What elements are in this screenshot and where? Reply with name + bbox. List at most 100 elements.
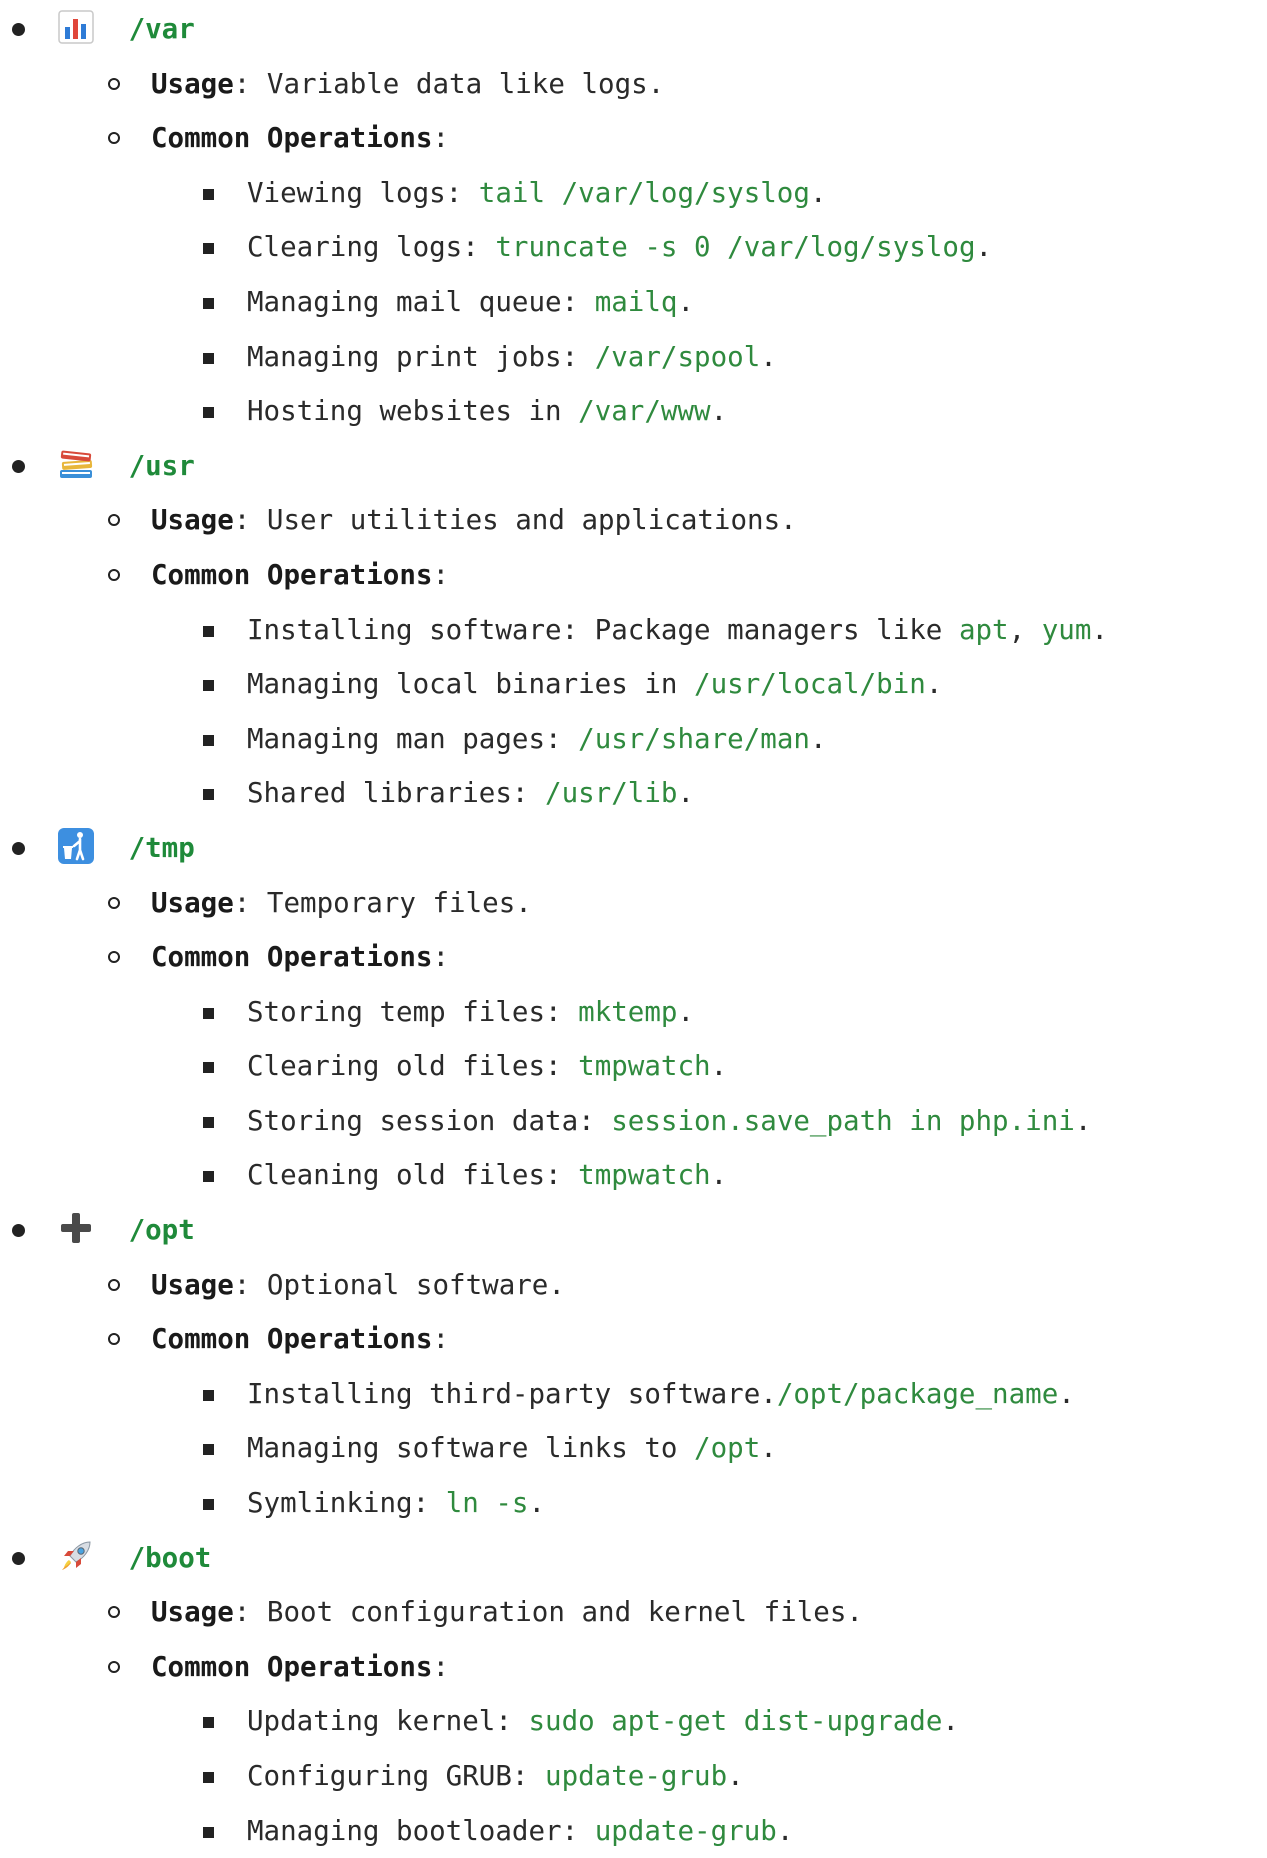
op-end: . — [727, 1760, 744, 1792]
ops-label: Common Operations — [151, 1650, 433, 1683]
ops-colon: : — [432, 1650, 450, 1683]
op-end: . — [809, 722, 827, 755]
op-text: Updating kernel: — [247, 1705, 529, 1738]
square-bullet — [203, 1717, 214, 1729]
op-code: update-grub — [545, 1760, 728, 1792]
section-tmp: /tmp Usage: Temporary files. Common Oper… — [0, 821, 1267, 1203]
ops-label: Common Operations — [151, 1323, 433, 1356]
op-code: mktemp — [578, 995, 678, 1028]
op-text: Configuring GRUB: — [247, 1760, 546, 1792]
ops-label: Common Operations — [151, 558, 433, 591]
dir-name: /opt — [128, 1214, 195, 1247]
op-text: Hosting websites in — [247, 395, 579, 428]
disc-bullet — [12, 841, 25, 855]
op-text: Clearing old files: — [247, 1050, 579, 1083]
square-bullet — [203, 1772, 214, 1783]
op-code: /opt — [694, 1432, 761, 1465]
op-item: Storing temp files: mktemp. — [0, 985, 1267, 1040]
circle-bullet — [108, 132, 120, 145]
op-code: apt — [958, 613, 1009, 646]
op-text: Installing third-party software. — [247, 1377, 777, 1410]
square-bullet — [203, 1389, 214, 1401]
op-text: Cleaning old files: — [247, 1159, 579, 1192]
op-end: . — [677, 995, 695, 1028]
ops-item: Common Operations: — [0, 1312, 1267, 1367]
op-text: Storing temp files: — [247, 995, 579, 1028]
circle-bullet — [108, 1660, 120, 1673]
op-item: Managing man pages: /usr/share/man. — [0, 712, 1267, 767]
dir-item: /opt — [0, 1203, 1267, 1258]
square-bullet — [203, 734, 214, 746]
usage-item: Usage: Temporary files. — [0, 876, 1267, 931]
op-item: Managing local binaries in /usr/local/bi… — [0, 657, 1267, 712]
op-text: Managing local binaries in — [247, 668, 695, 701]
usage-label: Usage — [151, 67, 234, 100]
op-item: Installing third-party software./opt/pac… — [0, 1367, 1267, 1422]
op-end: . — [942, 1705, 959, 1738]
op-item: Viewing logs: tail /var/log/syslog. — [0, 166, 1267, 221]
op-code: sudo apt-get dist-upgrade — [528, 1705, 943, 1738]
op-end: . — [677, 285, 695, 318]
section-usr: /usr Usage: User utilities and applicati… — [0, 439, 1267, 821]
books-icon — [56, 444, 96, 484]
square-bullet — [203, 297, 214, 309]
op-item: Installing software: Package managers li… — [0, 603, 1267, 658]
square-bullet — [203, 352, 214, 364]
usage-text: : Optional software. — [233, 1268, 565, 1301]
usage-item: Usage: Boot configuration and kernel fil… — [0, 1585, 1267, 1640]
usage-text: : User utilities and applications. — [233, 504, 797, 537]
section-var: /var Usage: Variable data like logs. Com… — [0, 2, 1267, 439]
circle-bullet — [108, 77, 120, 90]
op-code: /usr/lib — [545, 777, 678, 810]
square-bullet — [203, 1826, 214, 1838]
op-end: . — [528, 1487, 546, 1520]
bar-chart-icon — [56, 7, 96, 47]
dir-item: /boot — [0, 1531, 1267, 1586]
dir-item: /var — [0, 2, 1267, 57]
op-code: truncate -s 0 /var/log/syslog — [495, 231, 976, 264]
square-bullet — [203, 1171, 214, 1183]
ops-item: Common Operations: — [0, 1640, 1267, 1695]
op-text: Managing man pages: — [247, 722, 579, 755]
section-opt: /opt Usage: Optional software. Common Op… — [0, 1203, 1267, 1531]
usage-text: : Variable data like logs. — [233, 67, 665, 100]
square-bullet — [203, 789, 214, 801]
op-item: Clearing old files: tmpwatch. — [0, 1039, 1267, 1094]
square-bullet — [203, 243, 214, 255]
op-text: Installing software: Package managers li… — [247, 613, 959, 646]
dir-item: /tmp — [0, 821, 1267, 876]
op-item: Managing print jobs: /var/spool. — [0, 330, 1267, 385]
trash-person-icon — [56, 826, 96, 866]
op-end: . — [925, 668, 943, 701]
op-text: Managing print jobs: — [247, 340, 595, 373]
op-end: . — [975, 231, 993, 264]
circle-bullet — [108, 514, 120, 527]
ops-label: Common Operations — [151, 941, 433, 974]
disc-bullet — [12, 459, 25, 473]
op-code: tmpwatch — [578, 1159, 711, 1192]
usage-label: Usage — [151, 504, 234, 537]
square-bullet — [203, 188, 214, 200]
circle-bullet — [108, 1278, 120, 1291]
square-bullet — [203, 625, 214, 637]
op-item: Storing session data: session.save_path … — [0, 1094, 1267, 1149]
op-end: . — [760, 1432, 777, 1465]
op-text: Symlinking: — [247, 1487, 446, 1520]
dir-name: /boot — [128, 1541, 212, 1574]
op-item: Configuring GRUB: update-grub. — [0, 1749, 1267, 1804]
op-text: Clearing logs: — [247, 231, 496, 264]
section-boot: /boot Usage: Boot configuration and kern… — [0, 1531, 1267, 1858]
usage-item: Usage: Optional software. — [0, 1258, 1267, 1313]
square-bullet — [203, 1062, 214, 1074]
square-bullet — [203, 407, 214, 419]
op-end: . — [677, 777, 695, 810]
ops-colon: : — [432, 1323, 450, 1356]
op-end: . — [760, 340, 777, 373]
op-code: ln -s — [445, 1487, 529, 1520]
op-item: Clearing logs: truncate -s 0 /var/log/sy… — [0, 220, 1267, 275]
usage-label: Usage — [151, 886, 234, 919]
op-text: Storing session data: — [247, 1104, 612, 1137]
op-end: . — [1074, 1104, 1092, 1137]
usage-text: : Temporary files. — [233, 886, 532, 919]
document: /var Usage: Variable data like logs. Com… — [0, 2, 1267, 1858]
